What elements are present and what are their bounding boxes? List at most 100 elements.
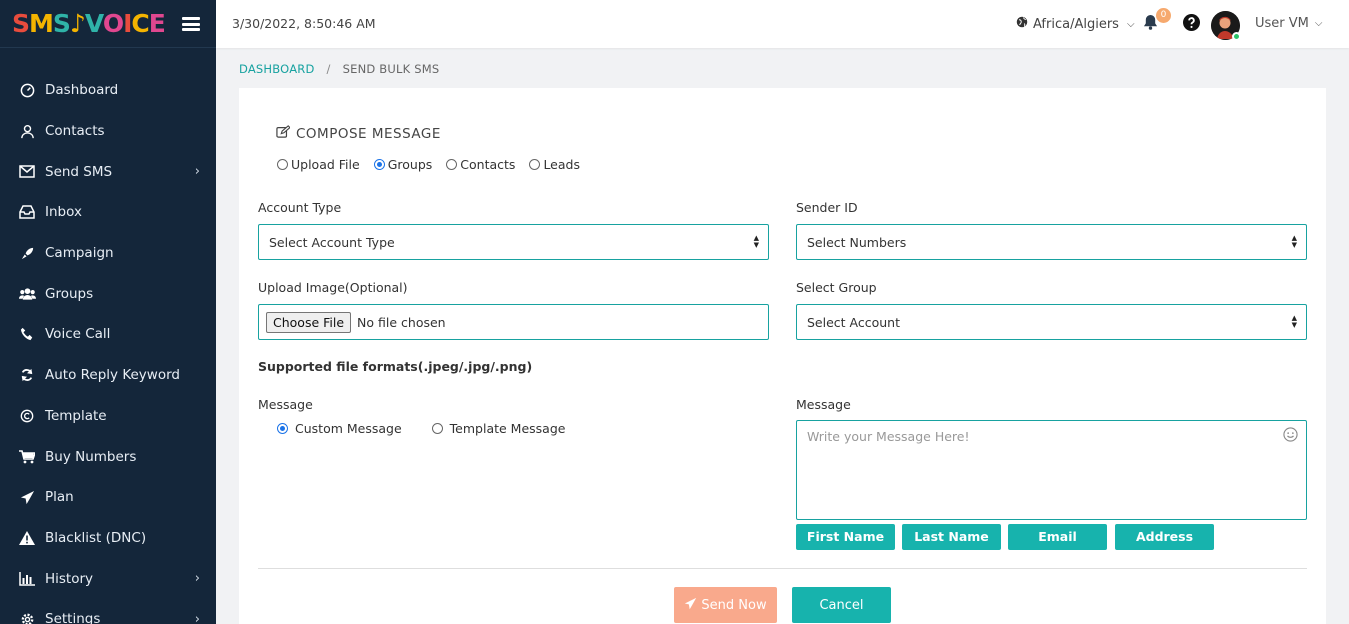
user-menu[interactable]: User VM ⌵	[1255, 16, 1322, 31]
paper-plane-icon	[18, 489, 36, 505]
sidebar-item-label: Send SMS	[45, 163, 113, 180]
radio-button[interactable]	[529, 159, 541, 170]
sidebar-item-label: Inbox	[45, 204, 82, 221]
app-logo[interactable]: SMS♪VOICE	[12, 9, 166, 38]
sidebar: SMS♪VOICE Dashboard Contacts Send SMS ›	[0, 0, 216, 624]
sidebar-item-label: History	[45, 570, 94, 587]
radio-label: Upload File	[291, 157, 360, 172]
edit-icon	[276, 125, 291, 142]
copyright-icon	[18, 408, 36, 424]
warning-icon	[18, 530, 36, 546]
notification-badge: 0	[1156, 8, 1171, 23]
no-file-text: No file chosen	[357, 314, 446, 330]
sidebar-item-label: Plan	[45, 489, 74, 506]
account-type-select[interactable]: Select Account Type ▲ ▼	[258, 224, 769, 260]
timezone-label: Africa/Algiers	[1033, 16, 1119, 32]
radio-groups[interactable]: Groups	[373, 157, 433, 172]
sidebar-item-settings[interactable]: Settings ›	[0, 599, 216, 624]
sidebar-item-dashboard[interactable]: Dashboard	[0, 70, 216, 111]
account-type-label: Account Type	[258, 200, 342, 215]
gear-icon	[18, 611, 36, 624]
insert-address-button[interactable]: Address	[1115, 524, 1214, 550]
chevron-right-icon: ›	[194, 611, 200, 624]
radio-upload-file[interactable]: Upload File	[277, 157, 360, 172]
help-icon[interactable]	[1183, 14, 1200, 35]
select-arrows-icon: ▲ ▼	[1291, 314, 1297, 329]
message-type-label: Message	[258, 397, 313, 412]
users-icon	[18, 286, 36, 302]
supported-formats-note: Supported file formats(.jpeg/.jpg/.png)	[258, 359, 533, 374]
sidebar-item-label: Voice Call	[45, 326, 111, 343]
sidebar-item-label: Contacts	[45, 123, 105, 140]
user-icon	[18, 123, 36, 139]
radio-label: Groups	[387, 157, 433, 172]
sidebar-item-label: Blacklist (DNC)	[45, 529, 147, 546]
sidebar-item-auto-reply-keyword[interactable]: Auto Reply Keyword	[0, 355, 216, 396]
insert-last-name-button[interactable]: Last Name	[902, 524, 1001, 550]
sender-id-select[interactable]: Select Numbers ▲ ▼	[796, 224, 1307, 260]
sidebar-item-buy-numbers[interactable]: Buy Numbers	[0, 436, 216, 477]
gauge-icon	[18, 82, 36, 98]
sidebar-nav: Dashboard Contacts Send SMS › Inbox Camp…	[0, 48, 216, 624]
select-group-select[interactable]: Select Account ▲ ▼	[796, 304, 1307, 340]
sidebar-item-campaign[interactable]: Campaign	[0, 233, 216, 274]
divider	[258, 568, 1307, 569]
menu-toggle-icon[interactable]	[182, 17, 200, 31]
send-now-button[interactable]: Send Now	[674, 587, 777, 623]
sidebar-item-inbox[interactable]: Inbox	[0, 192, 216, 233]
upload-image-input[interactable]: Choose File No file chosen	[258, 304, 769, 340]
sidebar-item-label: Settings	[45, 611, 101, 624]
breadcrumb-dashboard-link[interactable]: DASHBOARD	[239, 62, 315, 76]
sidebar-item-plan[interactable]: Plan	[0, 477, 216, 518]
radio-template-message[interactable]: Template Message	[431, 421, 566, 436]
top-bar: 3/30/2022, 8:50:46 AM Africa/Algiers ⌵ 0…	[216, 0, 1349, 48]
sidebar-item-label: Groups	[45, 285, 94, 302]
sidebar-item-contacts[interactable]: Contacts	[0, 111, 216, 152]
choose-file-button[interactable]: Choose File	[266, 311, 352, 333]
chevron-down-icon: ⌵	[1126, 18, 1135, 30]
radio-custom-message[interactable]: Custom Message	[277, 421, 402, 436]
sidebar-item-label: Auto Reply Keyword	[45, 367, 180, 384]
upload-image-label: Upload Image(Optional)	[258, 280, 408, 295]
insert-email-button[interactable]: Email	[1008, 524, 1107, 550]
cart-icon	[18, 449, 36, 465]
sidebar-item-groups[interactable]: Groups	[0, 273, 216, 314]
rocket-icon	[18, 245, 36, 261]
sidebar-item-blacklist[interactable]: Blacklist (DNC)	[0, 518, 216, 559]
inbox-icon	[18, 204, 36, 220]
select-arrows-icon: ▲ ▼	[1291, 234, 1297, 249]
select-value: Select Numbers	[807, 234, 907, 250]
radio-button[interactable]	[373, 159, 385, 170]
radio-button[interactable]	[431, 423, 443, 434]
globe-icon	[1016, 16, 1028, 32]
select-value: Select Account	[807, 314, 901, 330]
radio-button[interactable]	[277, 159, 288, 170]
radio-leads[interactable]: Leads	[529, 157, 580, 172]
radio-contacts[interactable]: Contacts	[446, 157, 515, 172]
cancel-button[interactable]: Cancel	[792, 587, 891, 623]
timezone-selector[interactable]: Africa/Algiers ⌵	[1016, 16, 1135, 32]
radio-button[interactable]	[277, 423, 288, 434]
sidebar-item-voice-call[interactable]: Voice Call	[0, 314, 216, 355]
sender-id-label: Sender ID	[796, 200, 858, 215]
avatar[interactable]	[1211, 11, 1241, 41]
insert-first-name-button[interactable]: First Name	[796, 524, 895, 550]
radio-label: Template Message	[449, 421, 566, 436]
message-placeholder: Write your Message Here!	[807, 429, 970, 444]
select-value: Select Account Type	[269, 234, 395, 250]
smiley-icon[interactable]	[1283, 427, 1298, 445]
select-arrows-icon: ▲ ▼	[753, 234, 759, 249]
radio-button[interactable]	[446, 159, 458, 170]
sidebar-item-send-sms[interactable]: Send SMS ›	[0, 151, 216, 192]
cancel-label: Cancel	[819, 597, 864, 613]
breadcrumb-separator: /	[326, 62, 331, 76]
compose-card: COMPOSE MESSAGE Upload File Groups Conta…	[239, 88, 1326, 624]
sidebar-item-label: Dashboard	[45, 82, 119, 99]
sidebar-item-history[interactable]: History ›	[0, 558, 216, 599]
sidebar-item-label: Campaign	[45, 245, 114, 262]
chevron-down-icon: ⌵	[1314, 18, 1323, 29]
message-type-group: Custom Message Template Message	[277, 421, 565, 436]
message-textarea[interactable]: Write your Message Here!	[796, 420, 1307, 520]
paper-plane-icon	[684, 597, 697, 614]
sidebar-item-template[interactable]: Template	[0, 396, 216, 437]
